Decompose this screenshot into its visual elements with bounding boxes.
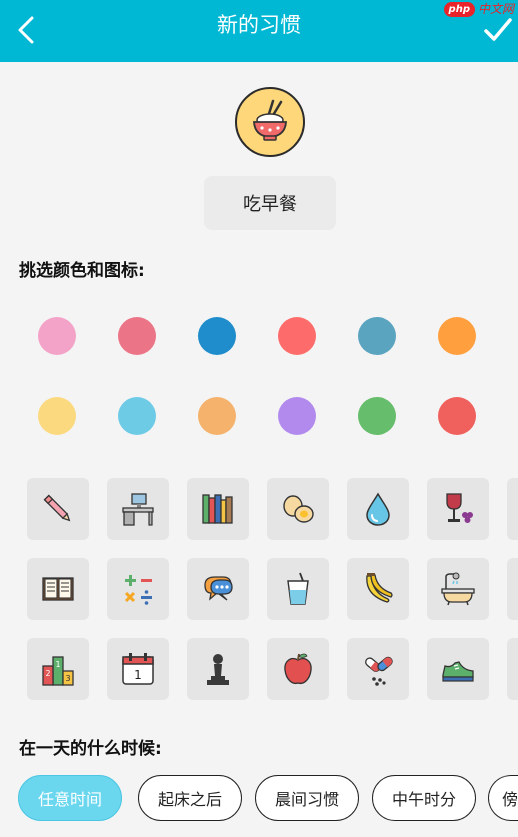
water-drop-icon[interactable] xyxy=(347,478,409,540)
color-swatch[interactable] xyxy=(198,317,236,355)
color-swatch[interactable] xyxy=(358,397,396,435)
icon-tile-partial[interactable] xyxy=(507,478,518,540)
color-swatch[interactable] xyxy=(38,317,76,355)
color-swatch[interactable] xyxy=(438,317,476,355)
checkmark-icon[interactable] xyxy=(484,16,512,44)
pencil-icon[interactable] xyxy=(27,478,89,540)
watermark-badge: php xyxy=(443,2,475,17)
podium-rank-3: 3 xyxy=(65,674,70,683)
math-icon[interactable] xyxy=(107,558,169,620)
pick-color-icon-label: 挑选颜色和图标: xyxy=(19,261,145,281)
podium-rank-2: 2 xyxy=(45,669,50,678)
color-swatch[interactable] xyxy=(358,317,396,355)
top-bar: 新的习惯 php 中文网 xyxy=(0,0,518,62)
time-chip-morning[interactable]: 晨间习惯 xyxy=(255,775,359,821)
watermark-text: 中文网 xyxy=(477,2,514,16)
color-swatch[interactable] xyxy=(278,397,316,435)
wine-icon[interactable] xyxy=(427,478,489,540)
open-book-icon[interactable] xyxy=(27,558,89,620)
banana-icon[interactable] xyxy=(347,558,409,620)
desk-icon[interactable] xyxy=(107,478,169,540)
color-swatch[interactable] xyxy=(118,397,156,435)
podium-rank-1: 1 xyxy=(55,660,60,669)
time-chip-evening[interactable]: 傍晚 xyxy=(488,775,518,821)
time-of-day-label: 在一天的什么时候: xyxy=(19,739,162,759)
icon-tile-partial[interactable] xyxy=(507,638,518,700)
calendar-icon[interactable]: 1 xyxy=(107,638,169,700)
color-swatch[interactable] xyxy=(118,317,156,355)
watermark: php 中文网 xyxy=(443,1,514,18)
apple-icon[interactable] xyxy=(267,638,329,700)
chess-pawn-icon[interactable] xyxy=(187,638,249,700)
color-swatch[interactable] xyxy=(38,397,76,435)
time-chip-noon[interactable]: 中午时分 xyxy=(372,775,476,821)
sneaker-icon[interactable] xyxy=(427,638,489,700)
page-title: 新的习惯 xyxy=(217,13,301,37)
eggs-icon[interactable] xyxy=(267,478,329,540)
color-swatch[interactable] xyxy=(438,397,476,435)
bathtub-icon[interactable] xyxy=(427,558,489,620)
icon-tile-partial[interactable] xyxy=(507,558,518,620)
color-swatch[interactable] xyxy=(278,317,316,355)
books-icon[interactable] xyxy=(187,478,249,540)
color-swatch[interactable] xyxy=(198,397,236,435)
pills-icon[interactable] xyxy=(347,638,409,700)
rice-bowl-icon[interactable] xyxy=(235,87,305,157)
podium-icon[interactable]: 1 2 3 xyxy=(27,638,89,700)
time-chip-after-wake[interactable]: 起床之后 xyxy=(138,775,242,821)
chat-icon[interactable] xyxy=(187,558,249,620)
habit-name-field[interactable]: 吃早餐 xyxy=(204,176,336,230)
time-chip-anytime[interactable]: 任意时间 xyxy=(18,775,122,821)
calendar-day: 1 xyxy=(134,668,142,682)
drink-cup-icon[interactable] xyxy=(267,558,329,620)
